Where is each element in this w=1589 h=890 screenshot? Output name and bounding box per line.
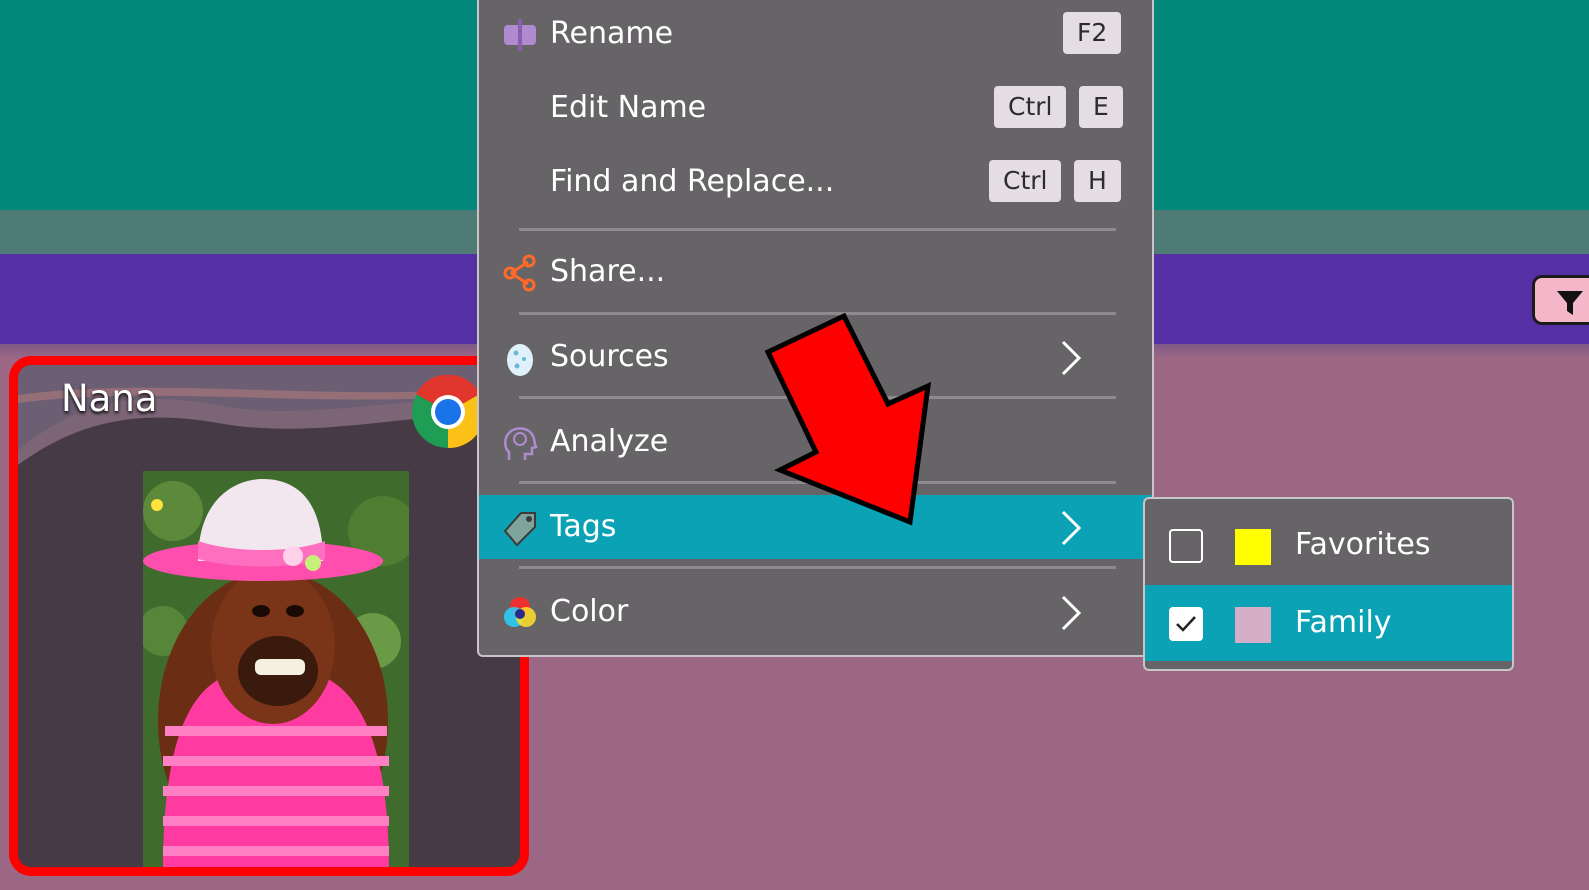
tag-label: Family [1295, 605, 1392, 640]
menu-item-share[interactable]: Share... [479, 240, 1152, 304]
shortcut-key: F2 [1063, 12, 1122, 54]
tag-label: Favorites [1295, 527, 1431, 562]
filter-icon [1557, 291, 1583, 315]
tag-checkbox[interactable] [1169, 607, 1203, 641]
menu-separator [519, 228, 1116, 231]
menu-item-rename[interactable]: Rename F2 [479, 2, 1152, 66]
tags-submenu: Favorites Family [1143, 497, 1514, 671]
annotation-arrow-icon [764, 312, 932, 526]
shortcut-key: E [1079, 86, 1123, 128]
tag-color-swatch [1235, 529, 1271, 565]
menu-item-label: Analyze [550, 424, 669, 459]
menu-item-label: Sources [550, 339, 669, 374]
chevron-right-icon [1061, 595, 1082, 631]
shortcut-key: Ctrl [994, 86, 1067, 128]
rename-icon [504, 19, 536, 51]
share-icon [503, 254, 536, 292]
menu-item-label: Color [550, 594, 629, 629]
menu-item-label: Share... [550, 254, 666, 289]
menu-item-label: Find and Replace... [550, 164, 835, 199]
checkmark-icon [1176, 616, 1196, 632]
menu-item-color[interactable]: Color [479, 580, 1152, 644]
tag-item-family[interactable]: Family [1145, 585, 1512, 661]
chrome-icon [412, 375, 485, 449]
tag-color-swatch [1235, 607, 1271, 643]
tag-checkbox[interactable] [1169, 529, 1203, 563]
brain-icon [504, 427, 538, 460]
filter-button[interactable] [1532, 275, 1589, 325]
menu-item-edit-name[interactable]: Edit Name Ctrl E [479, 76, 1152, 140]
photo-card[interactable]: Nana [9, 356, 529, 876]
menu-item-label: Tags [550, 509, 617, 544]
shortcut-key: H [1074, 160, 1121, 202]
menu-separator [519, 566, 1116, 569]
tag-item-favorites[interactable]: Favorites [1145, 507, 1512, 583]
menu-item-label: Rename [550, 16, 674, 51]
chevron-right-icon [1061, 510, 1082, 546]
chevron-right-icon [1061, 340, 1082, 376]
card-title: Nana [61, 377, 158, 420]
shortcut-key: Ctrl [989, 160, 1062, 202]
egg-icon [507, 344, 533, 376]
tag-icon [503, 512, 536, 547]
menu-item-label: Edit Name [550, 90, 707, 125]
color-wheel-icon [504, 597, 536, 627]
orangutan-photo [143, 471, 409, 867]
menu-item-find-replace[interactable]: Find and Replace... Ctrl H [479, 150, 1152, 214]
